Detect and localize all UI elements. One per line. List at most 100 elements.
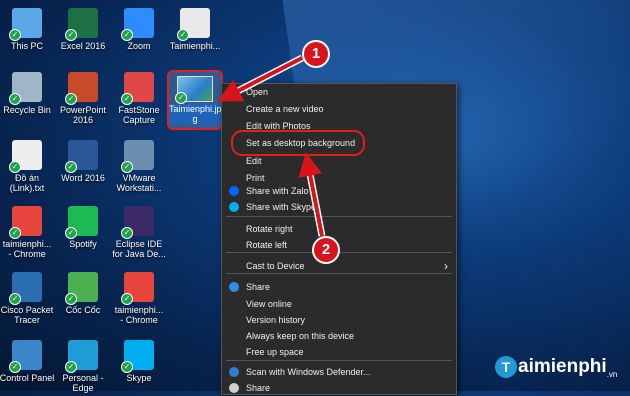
desktop-icon-label: Excel 2016 — [60, 41, 106, 51]
app-icon: ✓ — [9, 206, 42, 239]
menu-item-label: Open — [246, 87, 269, 97]
desktop-icon[interactable]: ✓ Skype — [109, 340, 169, 383]
sync-check-icon: ✓ — [121, 293, 133, 305]
sync-check-icon: ✓ — [121, 161, 133, 173]
menu-item-label: Scan with Windows Defender... — [246, 367, 371, 377]
desktop-icon-label: Zoom — [127, 41, 151, 51]
selected-file-icon[interactable]: ✓ Taimienphi.jp g — [167, 70, 223, 130]
menu-item[interactable]: Share with Zalo — [222, 183, 456, 199]
menu-item[interactable]: Share with Skype — [222, 199, 456, 215]
app-icon: ✓ — [9, 340, 42, 373]
app-icon: ✓ — [65, 72, 98, 105]
app-icon: ✓ — [9, 72, 42, 105]
menu-separator — [226, 216, 452, 217]
menu-item-label: Free up space — [246, 347, 304, 357]
desktop-icon-label: Control Panel — [0, 373, 55, 383]
app-icon: ✓ — [65, 8, 98, 41]
desktop-icon[interactable]: ✓ Excel 2016 — [53, 8, 113, 51]
menu-item[interactable]: Create a new video — [222, 101, 456, 117]
desktop-icon[interactable]: ✓ taimienphi... - Chrome — [0, 206, 57, 259]
menu-item-label: Rotate left — [246, 240, 288, 250]
desktop-icon-label: taimienphi... - Chrome — [114, 305, 164, 325]
app-icon: ✓ — [9, 272, 42, 305]
menu-item-label: Cast to Device — [246, 261, 305, 271]
desktop-icon[interactable]: ✓ PowerPoint 2016 — [53, 72, 113, 125]
menu-item[interactable]: Free up space — [222, 344, 456, 360]
sync-check-icon: ✓ — [65, 93, 77, 105]
desktop-icon-label: VMware Workstati... — [116, 173, 162, 193]
sync-check-icon: ✓ — [121, 227, 133, 239]
desktop-icon[interactable]: ✓ Word 2016 — [53, 140, 113, 183]
onedrive-icon — [229, 282, 239, 292]
menu-item-label: Create a new video — [246, 104, 324, 114]
defender-icon — [229, 367, 239, 377]
sync-check-icon: ✓ — [65, 293, 77, 305]
menu-item[interactable]: Rotate right — [222, 221, 456, 237]
desktop-icon[interactable]: ✓ Recycle Bin — [0, 72, 57, 115]
desktop-icon[interactable]: ✓ Cisco Packet Tracer — [0, 272, 57, 325]
menu-item-label: View online — [246, 299, 292, 309]
desktop-icon[interactable]: ✓ taimienphi... - Chrome — [109, 272, 169, 325]
share-icon — [229, 383, 239, 393]
sync-check-icon: ✓ — [121, 93, 133, 105]
sync-check-icon: ✓ — [121, 361, 133, 373]
desktop-icon-label: FastStone Capture — [118, 105, 160, 125]
sync-check-icon: ✓ — [9, 161, 21, 173]
desktop-icon[interactable]: ✓ Cốc Cốc — [53, 272, 113, 315]
app-icon: ✓ — [121, 340, 154, 373]
app-icon: ✓ — [177, 8, 210, 41]
step-badge-1: 1 — [302, 40, 330, 68]
menu-item-label: Always keep on this device — [246, 331, 355, 341]
skype-icon — [229, 202, 239, 212]
desktop-icon[interactable]: ✓ Spotify — [53, 206, 113, 249]
sync-check-icon: ✓ — [9, 293, 21, 305]
menu-item-label: Share with Skype — [246, 202, 317, 212]
sync-check-icon: ✓ — [9, 227, 21, 239]
desktop-icon[interactable]: ✓ FastStone Capture — [109, 72, 169, 125]
sync-check-icon: ✓ — [65, 361, 77, 373]
menu-item-label: Rotate right — [246, 224, 293, 234]
desktop-icon-label: Đồ án (Link).txt — [9, 173, 45, 193]
menu-item-label: Share with Zalo — [246, 186, 309, 196]
menu-item[interactable]: Scan with Windows Defender... — [222, 364, 456, 380]
logo-tld: .vn — [606, 369, 618, 379]
desktop-icon-label: taimienphi... - Chrome — [2, 239, 52, 259]
app-icon: ✓ — [121, 8, 154, 41]
menu-item[interactable]: Share — [222, 279, 456, 295]
desktop-icon-label: Taimienphi... — [169, 41, 221, 51]
app-icon: ✓ — [121, 206, 154, 239]
step-badge-2: 2 — [312, 236, 340, 264]
menu-item[interactable]: Share — [222, 380, 456, 396]
sync-check-icon: ✓ — [9, 93, 21, 105]
desktop-icon[interactable]: ✓ Control Panel — [0, 340, 57, 383]
menu-item[interactable]: View online — [222, 296, 456, 312]
sync-check-icon: ✓ — [121, 29, 133, 41]
desktop-icon[interactable]: ✓ VMware Workstati... — [109, 140, 169, 193]
sync-check-icon: ✓ — [9, 361, 21, 373]
submenu-arrow-icon: › — [444, 259, 448, 273]
menu-separator — [226, 360, 452, 361]
app-icon: ✓ — [121, 272, 154, 305]
sync-check-icon: ✓ — [175, 92, 187, 104]
menu-item[interactable]: Version history — [222, 312, 456, 328]
desktop-icon[interactable]: ✓ Đồ án (Link).txt — [0, 140, 57, 193]
app-icon: ✓ — [65, 272, 98, 305]
desktop-icon[interactable]: ✓ Personal - Edge — [53, 340, 113, 393]
desktop-icon-label: Cisco Packet Tracer — [0, 305, 54, 325]
watermark-logo: Taimienphi.vn — [495, 356, 617, 379]
desktop-icon[interactable]: ✓ This PC — [0, 8, 57, 51]
app-icon: ✓ — [65, 206, 98, 239]
desktop-icon-label: Skype — [126, 373, 152, 383]
desktop-icon-label: Recycle Bin — [3, 105, 51, 115]
desktop-icon[interactable]: ✓ Eclipse IDE for Java De... — [109, 206, 169, 259]
desktop-icon-label: Cốc Cốc — [65, 305, 101, 315]
zalo-icon — [229, 186, 239, 196]
menu-item[interactable]: Cast to Device › — [222, 258, 456, 274]
desktop-icon[interactable]: ✓ Zoom — [109, 8, 169, 51]
sync-check-icon: ✓ — [65, 161, 77, 173]
menu-item[interactable]: Open — [222, 84, 456, 100]
menu-item[interactable]: Always keep on this device — [222, 328, 456, 344]
highlight-ring — [231, 130, 365, 156]
desktop-icon[interactable]: ✓ Taimienphi... — [165, 8, 225, 51]
desktop-icon-label: Personal - Edge — [62, 373, 104, 393]
